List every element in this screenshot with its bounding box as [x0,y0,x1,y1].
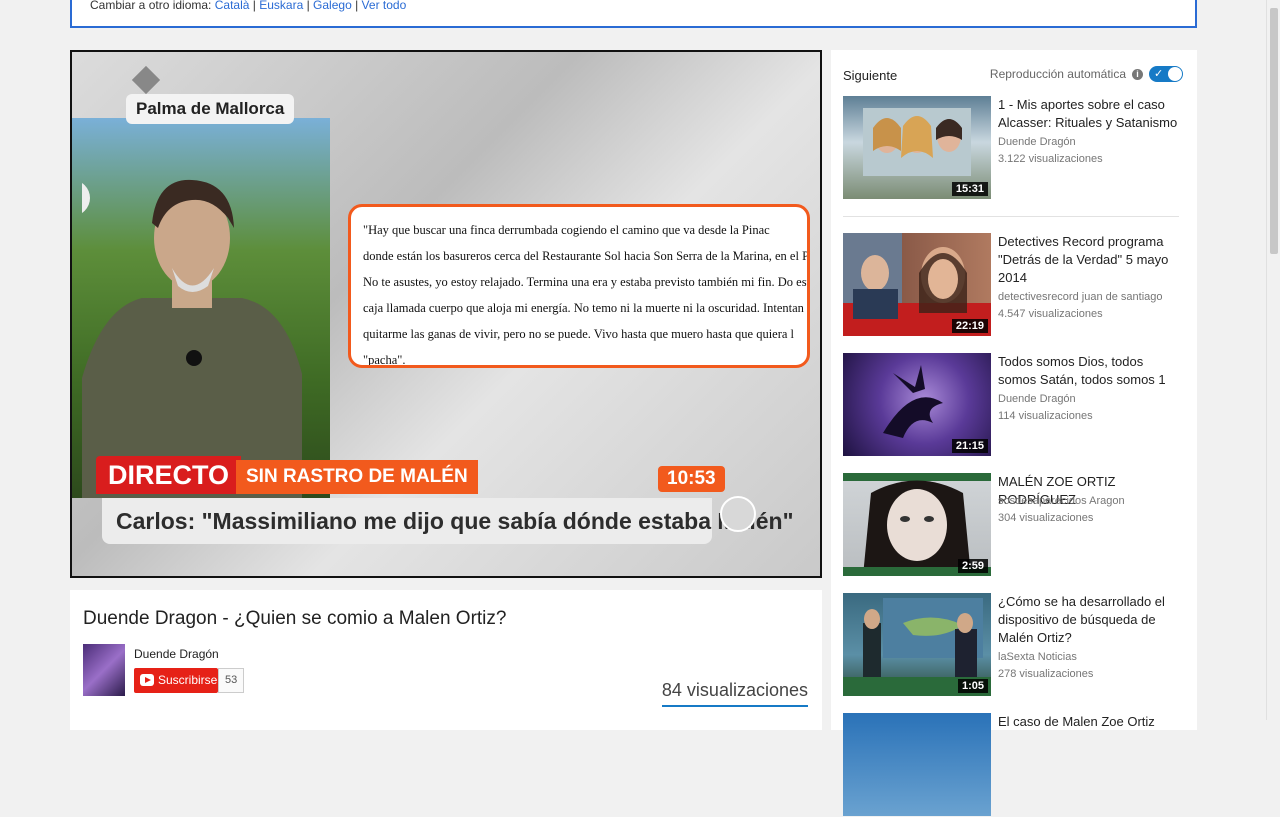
autoplay-toggle[interactable]: ✓ [1149,66,1183,82]
autoplay-control: Reproducción automática i ✓ [990,66,1183,82]
video-title[interactable]: Detectives Record programa "Detrás de la… [998,233,1183,287]
check-icon: ✓ [1154,68,1164,80]
video-thumbnail[interactable] [843,713,991,816]
related-video-item[interactable]: 22:19 Detectives Record programa "Detrás… [843,233,1188,337]
antena3-logo-icon [720,496,756,532]
related-video-item[interactable]: 21:15 Todos somos Dios, todos somos Satá… [843,353,1188,457]
video-views: 114 visualizaciones [998,410,1093,422]
video-thumbnail[interactable]: 22:19 [843,233,991,336]
location-label: Palma de Mallorca [126,94,295,124]
video-thumbnail[interactable]: 2:59 [843,473,991,576]
related-video-item[interactable]: 2:59 MALÉN ZOE ORTIZ RODRÍGUEZ sosdesapa… [843,473,1188,577]
video-views: 278 visualizaciones [998,668,1094,680]
news-headline: Carlos: "Massimiliano me dijo que sabía … [102,498,793,544]
quote-line: "Hay que buscar una finca derrumbada cog… [363,223,770,237]
video-title[interactable]: El caso de Malen Zoe Ortiz [998,713,1183,731]
video-info: Duende Dragon - ¿Quien se comio a Malen … [70,590,822,730]
video-views: 304 visualizaciones [998,512,1094,524]
autoplay-label: Reproducción automática [989,67,1126,81]
video-duration: 21:15 [951,439,988,453]
language-bar: Cambiar a otro idioma: Català | Euskara … [70,0,1197,28]
video-frame[interactable]: Palma de Mallorca "Hay que buscar una fi… [72,52,820,576]
channel-avatar[interactable] [83,644,125,696]
video-duration: 2:59 [957,559,988,573]
video-views: 3.122 visualizaciones [998,153,1103,165]
quote-line: No te asustes, yo estoy relajado. Termin… [363,275,810,289]
video-views: 4.547 visualizaciones [998,308,1103,320]
reporter-camera-view [72,118,330,498]
reporter-figure [82,179,302,498]
language-link-euskara[interactable]: Euskara [259,0,303,12]
quote-box: "Hay que buscar una finca derrumbada cog… [348,204,810,368]
channel-name[interactable]: Duende Dragón [134,647,219,661]
quote-line: quitarme las ganas de vivir, pero no se … [363,327,795,341]
broadcast-clock: 10:53 [658,466,725,492]
video-thumbnail[interactable]: 21:15 [843,353,991,456]
language-link-all[interactable]: Ver todo [362,0,407,12]
view-count: 84 visualizaciones [661,680,808,707]
video-title[interactable]: Todos somos Dios, todos somos Satán, tod… [998,353,1183,389]
toggle-knob [1168,67,1182,81]
related-video-item[interactable]: 1:05 ¿Cómo se ha desarrollado el disposi… [843,593,1188,697]
next-label: Siguiente [843,68,898,83]
video-channel: detectivesrecord juan de santiago [998,291,1163,303]
language-prefix: Cambiar a otro idioma: [90,0,212,12]
video-player[interactable]: Palma de Mallorca "Hay que buscar una fi… [70,50,822,578]
video-channel: laSexta Noticias [998,651,1077,663]
language-link-galego[interactable]: Galego [313,0,352,12]
video-channel: Duende Dragón [998,136,1076,148]
video-channel: Duende Dragón [998,393,1076,405]
video-channel: sosdesaparecidos Aragon [998,495,1125,507]
quote-line: "pacha". [363,353,406,367]
youtube-play-icon [140,674,154,686]
divider [843,216,1179,217]
related-video-item[interactable]: 15:31 1 - Mis aportes sobre el caso Alca… [843,96,1188,200]
language-bar-text: Cambiar a otro idioma: Català | Euskara … [90,0,407,12]
subscribe-label: Suscribirse [158,673,218,687]
video-duration: 1:05 [957,679,988,693]
page-scrollbar[interactable] [1266,0,1280,720]
language-link-catala[interactable]: Català [215,0,250,12]
video-thumbnail[interactable]: 1:05 [843,593,991,696]
subscriber-count: 53 [218,668,245,693]
related-sidebar: Siguiente Reproducción automática i ✓ 15… [831,50,1197,816]
video-title: Duende Dragon - ¿Quien se comio a Malen … [83,608,507,629]
channel-diamond-icon [131,65,161,95]
related-video-item[interactable]: El caso de Malen Zoe Ortiz [843,713,1188,817]
quote-line: donde están los basureros cerca del Rest… [363,249,810,263]
video-title[interactable]: 1 - Mis aportes sobre el caso Alcasser: … [998,96,1183,132]
video-thumbnail[interactable]: 15:31 [843,96,991,199]
video-title[interactable]: ¿Cómo se ha desarrollado el dispositivo … [998,593,1183,647]
news-ticker: DIRECTO SIN RASTRO DE MALÉN [96,456,612,496]
subscribe-button[interactable]: Suscribirse [134,668,218,693]
story-badge: SIN RASTRO DE MALÉN [236,460,478,494]
video-duration: 15:31 [951,182,988,196]
video-duration: 22:19 [951,319,988,333]
live-badge: DIRECTO [96,456,242,494]
info-icon[interactable]: i [1132,68,1143,80]
scrollbar-thumb[interactable] [1270,8,1278,254]
quote-line: caja llamada cuerpo que aloja mi energía… [363,301,810,315]
